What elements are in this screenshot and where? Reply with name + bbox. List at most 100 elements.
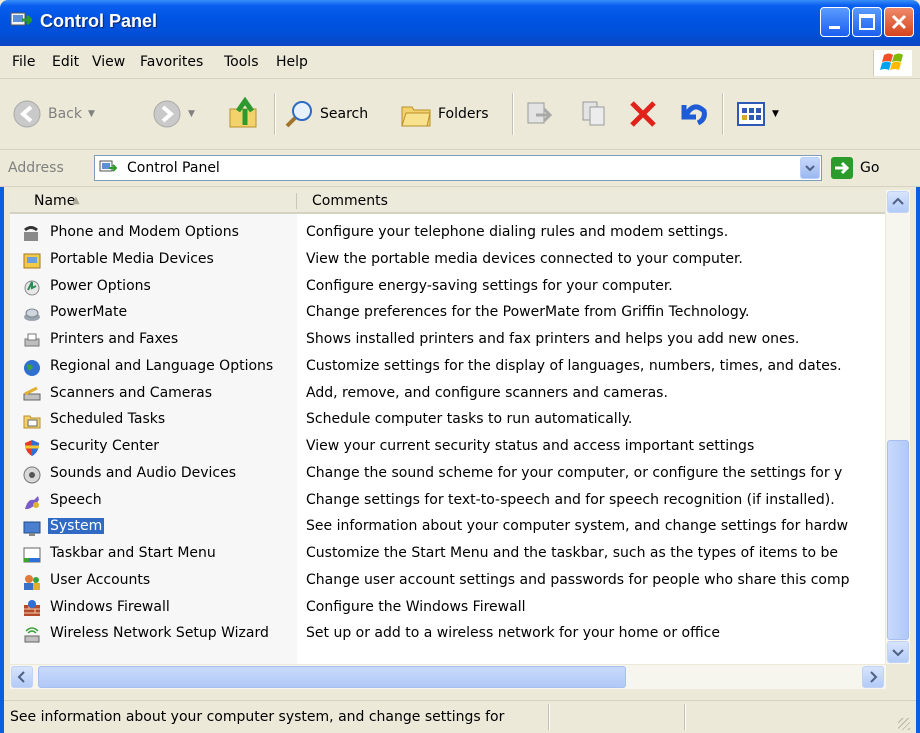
address-dropdown-button[interactable] — [800, 157, 820, 179]
close-icon — [891, 14, 907, 30]
item-name: Regional and Language Options — [50, 357, 274, 374]
printer-icon — [24, 333, 40, 347]
go-label: Go — [860, 160, 880, 176]
minimize-button[interactable] — [820, 7, 850, 37]
list-item[interactable]: User Accounts Change user account setting… — [10, 568, 885, 594]
list-item[interactable]: Windows Firewall Configure the Windows Fi… — [10, 595, 885, 621]
phone-modem-icon — [24, 226, 38, 241]
horizontal-scrollbar[interactable] — [10, 665, 886, 689]
address-field[interactable]: Control Panel — [94, 155, 822, 181]
menu-favorites[interactable]: Favorites — [140, 54, 203, 70]
column-divider[interactable] — [296, 193, 297, 209]
portable-media-icon — [23, 253, 41, 269]
status-bar: See information about your computer syst… — [4, 700, 916, 733]
item-comment: View the portable media devices connecte… — [306, 250, 743, 267]
item-comment: Set up or add to a wireless network for … — [306, 625, 720, 642]
minimize-icon — [829, 26, 840, 29]
maximize-button[interactable] — [852, 7, 882, 37]
toolbar-separator — [274, 93, 276, 135]
shield-icon — [25, 440, 39, 456]
menu-view[interactable]: View — [92, 54, 125, 70]
control-panel-icon — [10, 12, 32, 26]
list-item[interactable]: Phone and Modem Options Configure your te… — [10, 220, 885, 246]
undo-button[interactable] — [676, 99, 708, 129]
list-item[interactable]: Taskbar and Start Menu Customize the Star… — [10, 541, 885, 567]
copy-to-icon — [582, 101, 605, 126]
firewall-icon — [24, 599, 40, 616]
chevron-left-icon — [17, 671, 25, 683]
back-label: Back — [48, 106, 82, 122]
go-button[interactable]: Go — [830, 156, 879, 180]
item-name: Windows Firewall — [50, 598, 170, 615]
forward-button[interactable]: ▼ — [152, 99, 195, 129]
control-panel-icon — [99, 160, 117, 172]
item-name: Portable Media Devices — [50, 250, 214, 267]
back-dropdown-icon[interactable]: ▼ — [88, 109, 95, 119]
menu-file[interactable]: File — [12, 54, 35, 70]
undo-icon — [681, 104, 707, 126]
list-item[interactable]: System See information about your compute… — [10, 514, 885, 540]
item-comment: Configure the Windows Firewall — [306, 598, 526, 615]
toolbar-separator — [722, 93, 724, 135]
list-item[interactable]: Scheduled Tasks Schedule computer tasks t… — [10, 407, 885, 433]
list-item[interactable]: Sounds and Audio Devices Change the sound… — [10, 461, 885, 487]
vertical-scroll-thumb[interactable] — [887, 440, 909, 640]
item-name: Scanners and Cameras — [50, 384, 213, 401]
menu-bar: File Edit View Favorites Tools Help — [0, 46, 920, 79]
list-item[interactable]: Security Center View your current securit… — [10, 434, 885, 460]
title-bar[interactable]: Control Panel — [0, 0, 920, 46]
search-label: Search — [320, 106, 369, 122]
item-comment: Change user account settings and passwor… — [306, 571, 850, 588]
scroll-left-button[interactable] — [11, 666, 33, 688]
windows-logo-icon — [873, 50, 912, 76]
list-item[interactable]: Portable Media Devices View the portable … — [10, 247, 885, 273]
list-item[interactable]: Power Options Configure energy-saving set… — [10, 274, 885, 300]
scroll-up-button[interactable] — [887, 191, 909, 213]
search-button[interactable]: Search — [284, 99, 368, 129]
scheduled-tasks-icon — [23, 415, 41, 429]
power-options-icon — [24, 280, 40, 295]
list-item[interactable]: Speech Change settings for text-to-speech… — [10, 488, 885, 514]
menu-help[interactable]: Help — [276, 54, 308, 70]
menu-tools[interactable]: Tools — [224, 54, 259, 70]
horizontal-scroll-thumb[interactable] — [38, 666, 626, 688]
menu-edit[interactable]: Edit — [52, 54, 79, 70]
column-name[interactable]: Name — [34, 193, 75, 209]
list-item[interactable]: Regional and Language Options Customize s… — [10, 354, 885, 380]
toolbar: Back ▼ ▼ Search Folders ▼ — [0, 79, 920, 150]
taskbar-icon — [23, 547, 41, 563]
folders-button[interactable]: Folders — [400, 99, 489, 129]
move-to-button[interactable] — [524, 99, 554, 129]
folders-label: Folders — [438, 106, 489, 122]
back-button[interactable]: Back ▼ — [12, 99, 95, 129]
views-button[interactable]: ▼ — [736, 99, 779, 129]
scroll-down-button[interactable] — [887, 641, 909, 663]
sort-ascending-icon: ▲ — [72, 195, 80, 206]
control-panel-window: Control Panel File Edit View Favorites T… — [0, 0, 920, 733]
item-comment: Configure energy-saving settings for you… — [306, 277, 673, 294]
speech-icon — [25, 495, 39, 509]
vertical-scrollbar[interactable] — [886, 190, 910, 664]
list-item[interactable]: PowerMate Change preferences for the Powe… — [10, 300, 885, 326]
views-dropdown-icon[interactable]: ▼ — [772, 109, 779, 119]
item-comment: See information about your computer syst… — [306, 518, 849, 535]
item-comment: Shows installed printers and fax printer… — [306, 331, 800, 347]
item-comment: Change settings for text-to-speech and f… — [306, 491, 835, 508]
up-folder-button[interactable] — [228, 97, 262, 131]
item-comment: Customize settings for the display of la… — [306, 357, 842, 374]
scroll-right-button[interactable] — [862, 666, 884, 688]
delete-button[interactable] — [628, 99, 658, 129]
go-arrow-icon — [831, 157, 853, 179]
address-value: Control Panel — [127, 160, 220, 176]
column-comments[interactable]: Comments — [312, 193, 388, 209]
item-comment: Configure your telephone dialing rules a… — [306, 224, 729, 240]
item-name: Sounds and Audio Devices — [50, 464, 237, 481]
resize-grip-icon[interactable] — [898, 718, 910, 730]
list-item[interactable]: Scanners and Cameras Add, remove, and con… — [10, 381, 885, 407]
maximize-icon — [859, 14, 875, 30]
forward-dropdown-icon[interactable]: ▼ — [188, 109, 195, 119]
copy-to-button[interactable] — [580, 99, 610, 129]
close-button[interactable] — [884, 7, 914, 37]
list-item[interactable]: Printers and Faxes Shows installed printe… — [10, 327, 885, 353]
list-item[interactable]: Wireless Network Setup Wizard Set up or a… — [10, 621, 885, 647]
